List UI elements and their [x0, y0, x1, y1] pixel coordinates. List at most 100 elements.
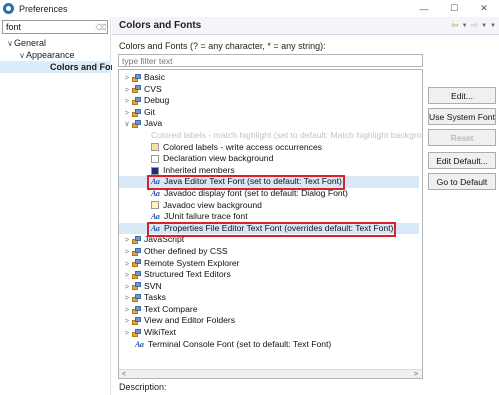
edit-button[interactable]: Edit... — [428, 87, 496, 104]
expand-toggle-icon[interactable]: > — [122, 234, 132, 246]
category-folder-icon — [132, 85, 141, 94]
scroll-right-icon[interactable]: > — [414, 370, 418, 378]
expand-toggle-icon[interactable]: > — [122, 107, 132, 119]
tree-row-label: CVS — [144, 83, 162, 94]
tree-category-row[interactable]: > WikiText — [119, 327, 419, 339]
clear-filter-icon[interactable]: ⌫ — [95, 21, 107, 33]
tree-row-label: Git — [144, 106, 155, 117]
tree-category-row[interactable]: > Git — [119, 107, 419, 119]
back-dropdown-icon[interactable]: ▼ — [462, 23, 468, 29]
highlight-annotation-box — [147, 222, 396, 237]
tree-category-row[interactable]: > Tasks — [119, 292, 419, 304]
tree-setting-row[interactable]: Declaration view background — [119, 153, 419, 165]
expand-toggle-icon[interactable]: > — [122, 304, 132, 316]
tree-setting-row[interactable]: Aa JUnit failure trace font — [119, 211, 419, 223]
filter-description: Colors and Fonts (? = any character, * =… — [119, 41, 326, 51]
nav-filter-box[interactable]: font ⌫ — [2, 20, 108, 34]
tree-category-row[interactable]: > View and Editor Folders — [119, 315, 419, 327]
color-swatch-icon — [151, 143, 159, 152]
scroll-left-icon[interactable]: < — [122, 370, 126, 378]
close-button[interactable]: ✕ — [469, 0, 499, 17]
tree-category-row[interactable]: > Debug — [119, 95, 419, 107]
expand-toggle-icon[interactable]: > — [122, 327, 132, 339]
description-label: Description: — [119, 382, 167, 392]
expand-toggle-icon[interactable]: > — [122, 281, 132, 293]
history-navigation: ⇦ ▼ ⇨ ▼ ▼ — [451, 20, 496, 31]
tree-setting-row[interactable]: Javadoc view background — [119, 200, 419, 212]
color-swatch-icon — [151, 166, 159, 175]
color-swatch-icon — [151, 154, 159, 163]
expand-toggle-icon[interactable]: > — [122, 292, 132, 304]
expand-toggle-icon[interactable]: > — [122, 269, 132, 281]
font-setting-icon: Aa — [151, 212, 160, 222]
category-folder-icon — [132, 247, 141, 256]
tree-category-row[interactable]: > SVN — [119, 281, 419, 293]
expand-toggle-icon[interactable]: > — [122, 72, 132, 84]
tree-setting-row[interactable]: Colored labels - match highlight (set to… — [119, 130, 422, 142]
page-title: Colors and Fonts — [119, 20, 202, 31]
expand-toggle-icon[interactable]: > — [122, 246, 132, 258]
expand-toggle-icon[interactable]: > — [122, 258, 132, 270]
font-setting-icon: Aa — [151, 188, 160, 198]
category-folder-icon — [132, 294, 141, 303]
tree-row-label: Declaration view background — [163, 153, 274, 164]
preferences-nav-panel: font ⌫ ∨General ∨Appearance Colors and Fon… — [0, 17, 124, 395]
category-folder-icon — [132, 120, 141, 129]
horizontal-scrollbar[interactable]: < > — [119, 369, 422, 378]
tree-row-label: Terminal Console Font (set to default: T… — [148, 338, 332, 349]
expand-toggle-icon[interactable]: ∨ — [122, 118, 132, 130]
tree-category-row[interactable]: > Remote System Explorer — [119, 258, 419, 270]
category-folder-icon — [132, 282, 141, 291]
tree-filter-box[interactable] — [118, 54, 423, 67]
expand-toggle-icon[interactable]: > — [122, 95, 132, 107]
forward-arrow-icon[interactable]: ⇨ — [471, 20, 479, 31]
back-arrow-icon[interactable]: ⇦ — [451, 20, 459, 31]
eclipse-app-icon — [3, 3, 14, 14]
tree-setting-row[interactable]: Aa Terminal Console Font (set to default:… — [119, 339, 419, 351]
tree-category-row[interactable]: > CVS — [119, 84, 419, 96]
minimize-button[interactable]: — — [409, 0, 439, 17]
window-controls: — ☐ ✕ — [409, 0, 499, 17]
tree-setting-row[interactable]: Aa Javadoc display font (set to default: … — [119, 188, 419, 200]
category-folder-icon — [132, 270, 141, 279]
tree-row-label: Colored labels - write access occurrence… — [163, 141, 323, 152]
page-header: Colors and Fonts ⇦ ▼ ⇨ ▼ ▼ — [112, 17, 499, 35]
expand-toggle-icon[interactable]: > — [122, 315, 132, 327]
tree-row-label: WikiText — [144, 327, 176, 338]
go-to-default-button[interactable]: Go to Default — [428, 173, 496, 190]
window-title: Preferences — [19, 3, 68, 14]
nav-tree-item-label: Appearance — [26, 50, 75, 60]
expand-toggle-icon[interactable]: > — [122, 84, 132, 96]
reset-button[interactable]: Reset — [428, 129, 496, 146]
font-setting-icon: Aa — [135, 339, 144, 349]
tree-filter-input[interactable] — [119, 55, 422, 66]
title-bar: Preferences — ☐ ✕ — [0, 0, 499, 17]
category-folder-icon — [132, 73, 141, 82]
tree-row-label: View and Editor Folders — [144, 315, 236, 326]
tree-row-label: Javadoc view background — [163, 199, 262, 210]
tree-category-row[interactable]: > Other defined by CSS — [119, 246, 419, 258]
nav-tree-item[interactable]: Colors and Fonts — [0, 61, 124, 73]
nav-tree-item[interactable]: ∨General — [0, 37, 111, 49]
tree-category-row[interactable]: > Text Compare — [119, 304, 419, 316]
tree-row-label: Text Compare — [144, 303, 198, 314]
highlight-annotation-box — [147, 175, 345, 190]
nav-tree-item[interactable]: ∨Appearance — [0, 49, 111, 61]
forward-dropdown-icon[interactable]: ▼ — [481, 23, 487, 29]
nav-filter-input[interactable]: font — [3, 22, 95, 32]
view-menu-icon[interactable]: ▼ — [490, 23, 496, 29]
edit-default-button[interactable]: Edit Default... — [428, 152, 496, 169]
colors-fonts-tree: > Basic > CVS > Debug > Git ∨ Java Colored labels … — [118, 69, 423, 379]
maximize-button[interactable]: ☐ — [439, 0, 469, 17]
tree-row-label: Colored labels - match highlight (set to… — [151, 129, 423, 140]
tree-row-label: Javadoc display font (set to default: Di… — [164, 187, 348, 198]
nav-tree-item-label: General — [14, 38, 47, 48]
use-system-font-button[interactable]: Use System Font — [428, 108, 496, 125]
tree-category-row[interactable]: ∨ Java — [119, 118, 419, 130]
category-folder-icon — [132, 96, 141, 105]
tree-category-row[interactable]: > Basic — [119, 72, 419, 84]
tree-category-row[interactable]: > Structured Text Editors — [119, 269, 419, 281]
tree-row-label: SVN — [144, 280, 162, 291]
tree-setting-row[interactable]: Colored labels - write access occurrence… — [119, 142, 419, 154]
color-swatch-icon — [151, 201, 159, 210]
